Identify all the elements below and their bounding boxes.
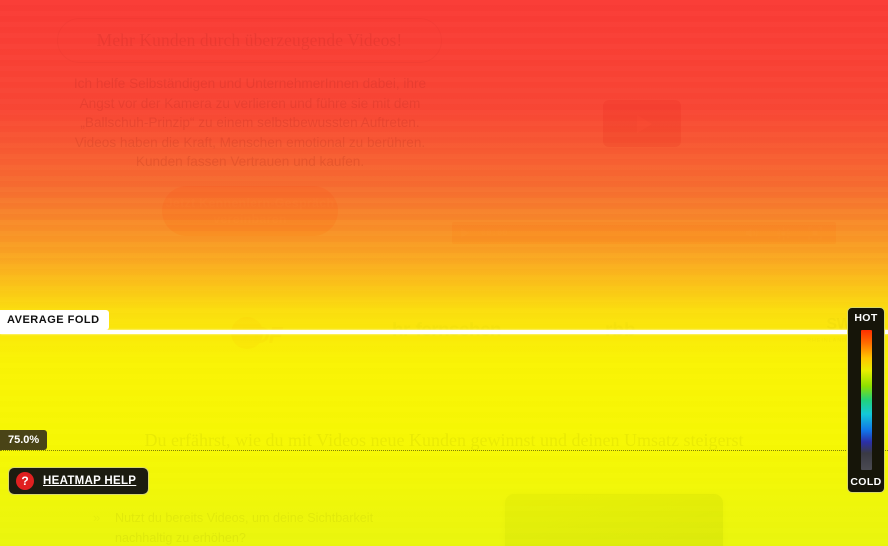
- subcopy-line: Ich helfe Selbständigen und UnternehmerI…: [73, 76, 427, 91]
- average-fold-line: [0, 330, 888, 334]
- heatmap-screenshot: Mehr Kunden durch überzeugende Videos! I…: [0, 0, 888, 546]
- list-item-line2: nachhaltig zu erhöhen?: [115, 531, 246, 545]
- video-control-bar[interactable]: 00:00: [452, 222, 836, 244]
- gear-icon[interactable]: [777, 226, 790, 240]
- subcopy-line: Angst vor der Kamera zu verlieren und fü…: [79, 95, 421, 111]
- headline-box: Mehr Kunden durch überzeugende Videos!: [57, 18, 442, 63]
- subcopy-line: Kunden fassen Vertrauen und kaufen.: [135, 154, 365, 170]
- heatmap-legend: HOT COLD: [847, 307, 885, 493]
- zdf-logo-text: ZDF: [240, 322, 283, 348]
- legend-hot-label: HOT: [854, 312, 878, 324]
- website-content: Mehr Kunden durch überzeugende Videos! I…: [0, 0, 888, 546]
- question-mark-icon: ?: [16, 472, 34, 490]
- average-fold-label: AVERAGE FOLD: [0, 310, 109, 330]
- legend-cold-label: COLD: [850, 476, 882, 488]
- list-item-line1: Nutzt du bereits Videos, um deine Sichtb…: [115, 511, 374, 525]
- portrait-photo: [505, 494, 723, 546]
- chevron-right-icon: »: [93, 510, 101, 525]
- scroll-percent-line: [0, 450, 888, 451]
- video-player[interactable]: 00:00: [449, 92, 839, 244]
- heatmap-help-button[interactable]: ? HEATMAP HELP: [8, 467, 150, 495]
- cta-label-line2: vereinbaren: [213, 212, 287, 226]
- hero-subcopy: Ich helfe Selbständigen und UnternehmerI…: [38, 74, 462, 172]
- cta-label-line1: Jetzt Kennenlern-Gespräch: [165, 196, 335, 210]
- hero-section: Mehr Kunden durch überzeugende Videos! I…: [0, 0, 888, 272]
- subcopy-line: Videos haben die Kraft, Menschen emotion…: [74, 134, 426, 150]
- fullscreen-icon[interactable]: [808, 226, 822, 240]
- play-icon[interactable]: [461, 228, 469, 238]
- legend-color-scale: [860, 330, 872, 470]
- cta-button[interactable]: Jetzt Kennenlern-Gespräch vereinbaren: [162, 186, 338, 236]
- list-item: » Nutzt du bereits Videos, um deine Sich…: [93, 508, 445, 546]
- page-title: Mehr Kunden durch überzeugende Videos!: [96, 30, 403, 50]
- heatmap-help-label: HEATMAP HELP: [43, 475, 137, 487]
- video-time: 00:00: [481, 228, 509, 238]
- section-two-heading: Du erfährst, wie du mit Videos neue Kund…: [144, 430, 744, 450]
- scroll-percent-badge: 75.0%: [0, 430, 48, 450]
- play-triangle-icon[interactable]: [603, 100, 681, 147]
- subcopy-line: „Ballschuh-Prinzip“ zu einem selbstbewus…: [80, 115, 420, 131]
- volume-icon[interactable]: [745, 227, 759, 239]
